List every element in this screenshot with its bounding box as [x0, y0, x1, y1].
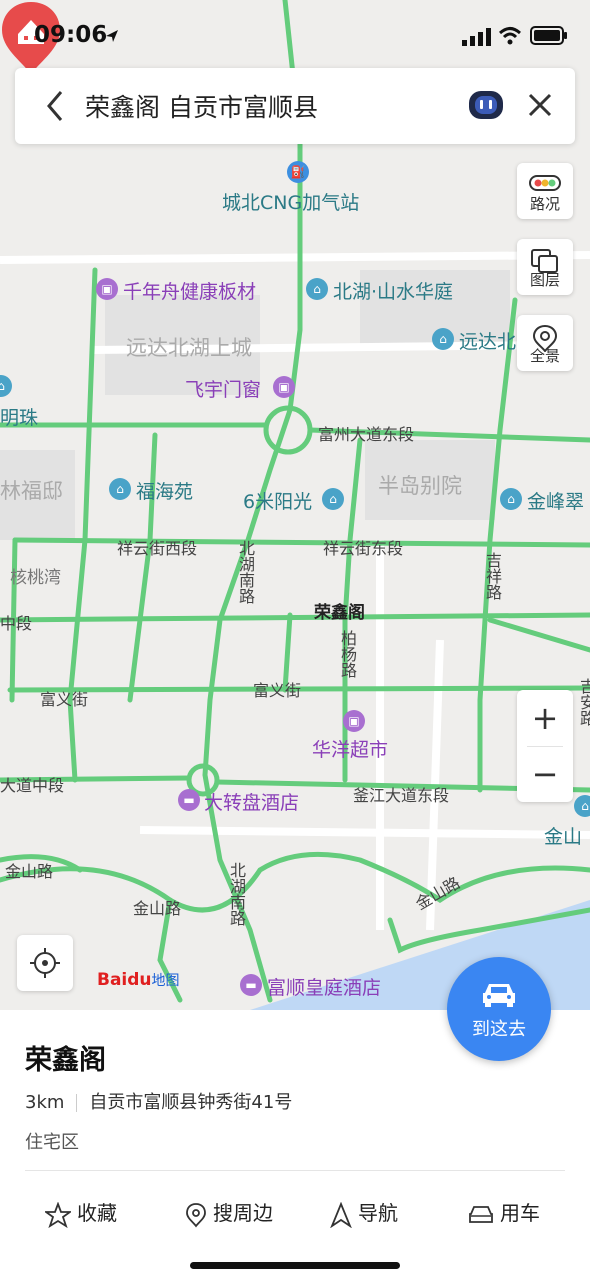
- road-label: 富义街: [40, 690, 89, 709]
- home-indicator: [190, 1262, 400, 1269]
- road-label: 金山路: [5, 862, 54, 881]
- road-label: 大道中段: [0, 776, 65, 795]
- search-query[interactable]: 荣鑫阁 自贡市富顺县: [85, 88, 318, 124]
- map-view[interactable]: ⛽ ▣ ⌂ ⌂ ▣ ⌂ ⌂ ⌂ ▣ ▬ ▬ ⌂ ⌂ 城北CNG加气站 千年舟健康…: [0, 0, 590, 1010]
- area-label: 远达北湖上城: [126, 336, 252, 360]
- area-label: 林福邸: [0, 479, 63, 503]
- zoom-in-button[interactable]: +: [517, 690, 573, 746]
- road-label: 富义街: [253, 681, 302, 700]
- nearby-button[interactable]: 搜周边: [185, 1197, 273, 1228]
- hotel-icon: ▬: [240, 974, 262, 996]
- location-arrow-icon: [106, 30, 118, 42]
- zoom-control: + −: [517, 690, 573, 802]
- residence-icon: ⌂: [432, 328, 454, 350]
- navigate-label: 导航: [358, 1201, 398, 1225]
- go-here-label: 到这去: [472, 1019, 526, 1040]
- traffic-label: 路况: [529, 195, 560, 213]
- navigation-arrow-icon: [330, 1201, 352, 1228]
- residence-icon: ⌂: [500, 488, 522, 510]
- poi-label[interactable]: 千年舟健康板材: [123, 277, 256, 304]
- car-label: 用车: [500, 1201, 540, 1225]
- poi-label[interactable]: 大转盘酒店: [204, 788, 299, 815]
- residence-icon: ⌂: [306, 278, 328, 300]
- road-label: 金山路: [133, 899, 182, 918]
- road-label: 祥云街东段: [323, 539, 404, 558]
- favorite-label: 收藏: [77, 1201, 117, 1225]
- poi-label[interactable]: 6米阳光: [243, 487, 312, 514]
- supermarket-icon: ▣: [343, 710, 365, 732]
- residence-icon: ⌂: [574, 795, 590, 817]
- road-label: 富州大道东段: [318, 425, 415, 444]
- car-service-button[interactable]: 用车: [468, 1197, 540, 1226]
- road-label: 北湖南路: [236, 540, 255, 604]
- road-label: 中段: [0, 614, 33, 633]
- place-address: 自贡市富顺县钟秀街41号: [89, 1092, 293, 1113]
- road-label: 柏杨路: [338, 630, 357, 678]
- residence-icon: ⌂: [109, 478, 131, 500]
- action-bar: 收藏 搜周边 导航 用车: [25, 1170, 565, 1251]
- search-bar[interactable]: 荣鑫阁 自贡市富顺县: [15, 68, 575, 144]
- shop-icon: ▣: [96, 278, 118, 300]
- poi-label[interactable]: 飞宇门窗: [185, 375, 261, 402]
- gas-station-icon: ⛽: [287, 161, 309, 183]
- poi-label[interactable]: 富顺皇庭酒店: [267, 973, 381, 1000]
- road-label: 吉祥路: [483, 552, 502, 600]
- poi-label[interactable]: 北湖·山水华庭: [333, 277, 453, 304]
- wifi-icon: [498, 27, 522, 45]
- target-label[interactable]: 荣鑫阁: [314, 598, 365, 623]
- car-icon: [483, 984, 515, 1007]
- residence-icon: ⌂: [322, 488, 344, 510]
- panorama-label: 全景: [529, 347, 560, 365]
- go-here-button[interactable]: 到这去: [447, 957, 551, 1061]
- poi-label[interactable]: 福海苑: [136, 477, 193, 504]
- traffic-light-icon: [529, 175, 561, 191]
- road-label: 北湖南路: [227, 862, 246, 926]
- poi-label[interactable]: 华洋超市: [312, 735, 388, 762]
- nearby-label: 搜周边: [213, 1201, 273, 1225]
- status-bar: 09:06: [0, 0, 590, 70]
- poi-label[interactable]: 远达北: [459, 327, 516, 354]
- locate-button[interactable]: [17, 935, 73, 991]
- place-meta: 3km 自贡市富顺县钟秀街41号: [25, 1088, 292, 1114]
- star-icon: [43, 1200, 73, 1228]
- poi-label[interactable]: 城北CNG加气站: [222, 188, 359, 215]
- layers-button[interactable]: 图层: [517, 239, 573, 295]
- shop-icon: ▣: [273, 376, 295, 398]
- navigate-button[interactable]: 导航: [330, 1197, 398, 1228]
- layers-label: 图层: [529, 271, 560, 289]
- hotel-icon: ▬: [178, 789, 200, 811]
- place-name: 荣鑫阁: [25, 1045, 106, 1076]
- road-label: 祥云街西段: [117, 539, 198, 558]
- place-distance: 3km: [25, 1092, 65, 1113]
- poi-label[interactable]: 明珠: [0, 403, 38, 430]
- poi-label[interactable]: 金峰翠: [527, 487, 584, 514]
- panorama-button[interactable]: 全景: [517, 315, 573, 371]
- area-label: 核桃湾: [10, 568, 61, 588]
- favorite-button[interactable]: 收藏: [43, 1197, 117, 1228]
- area-label: 半岛别院: [378, 474, 462, 498]
- voice-assistant-icon[interactable]: [467, 88, 505, 122]
- zoom-out-button[interactable]: −: [517, 746, 573, 802]
- nearby-pin-icon: [186, 1202, 206, 1227]
- crosshair-icon: [30, 948, 60, 978]
- status-time: 09:06: [34, 22, 108, 48]
- battery-icon: [530, 26, 567, 45]
- close-icon[interactable]: [525, 90, 555, 120]
- place-category: 住宅区: [25, 1132, 79, 1153]
- poi-label[interactable]: 金山: [544, 822, 582, 849]
- meta-divider: [76, 1094, 78, 1112]
- traffic-button[interactable]: 路况: [517, 163, 573, 219]
- baidu-logo: Baidu地图: [97, 970, 180, 990]
- signal-icon: [462, 28, 491, 46]
- back-icon[interactable]: [39, 86, 73, 126]
- road-label: 吉安路: [577, 678, 590, 726]
- car-outline-icon: [469, 1205, 493, 1223]
- road-label: 釜江大道东段: [353, 786, 450, 805]
